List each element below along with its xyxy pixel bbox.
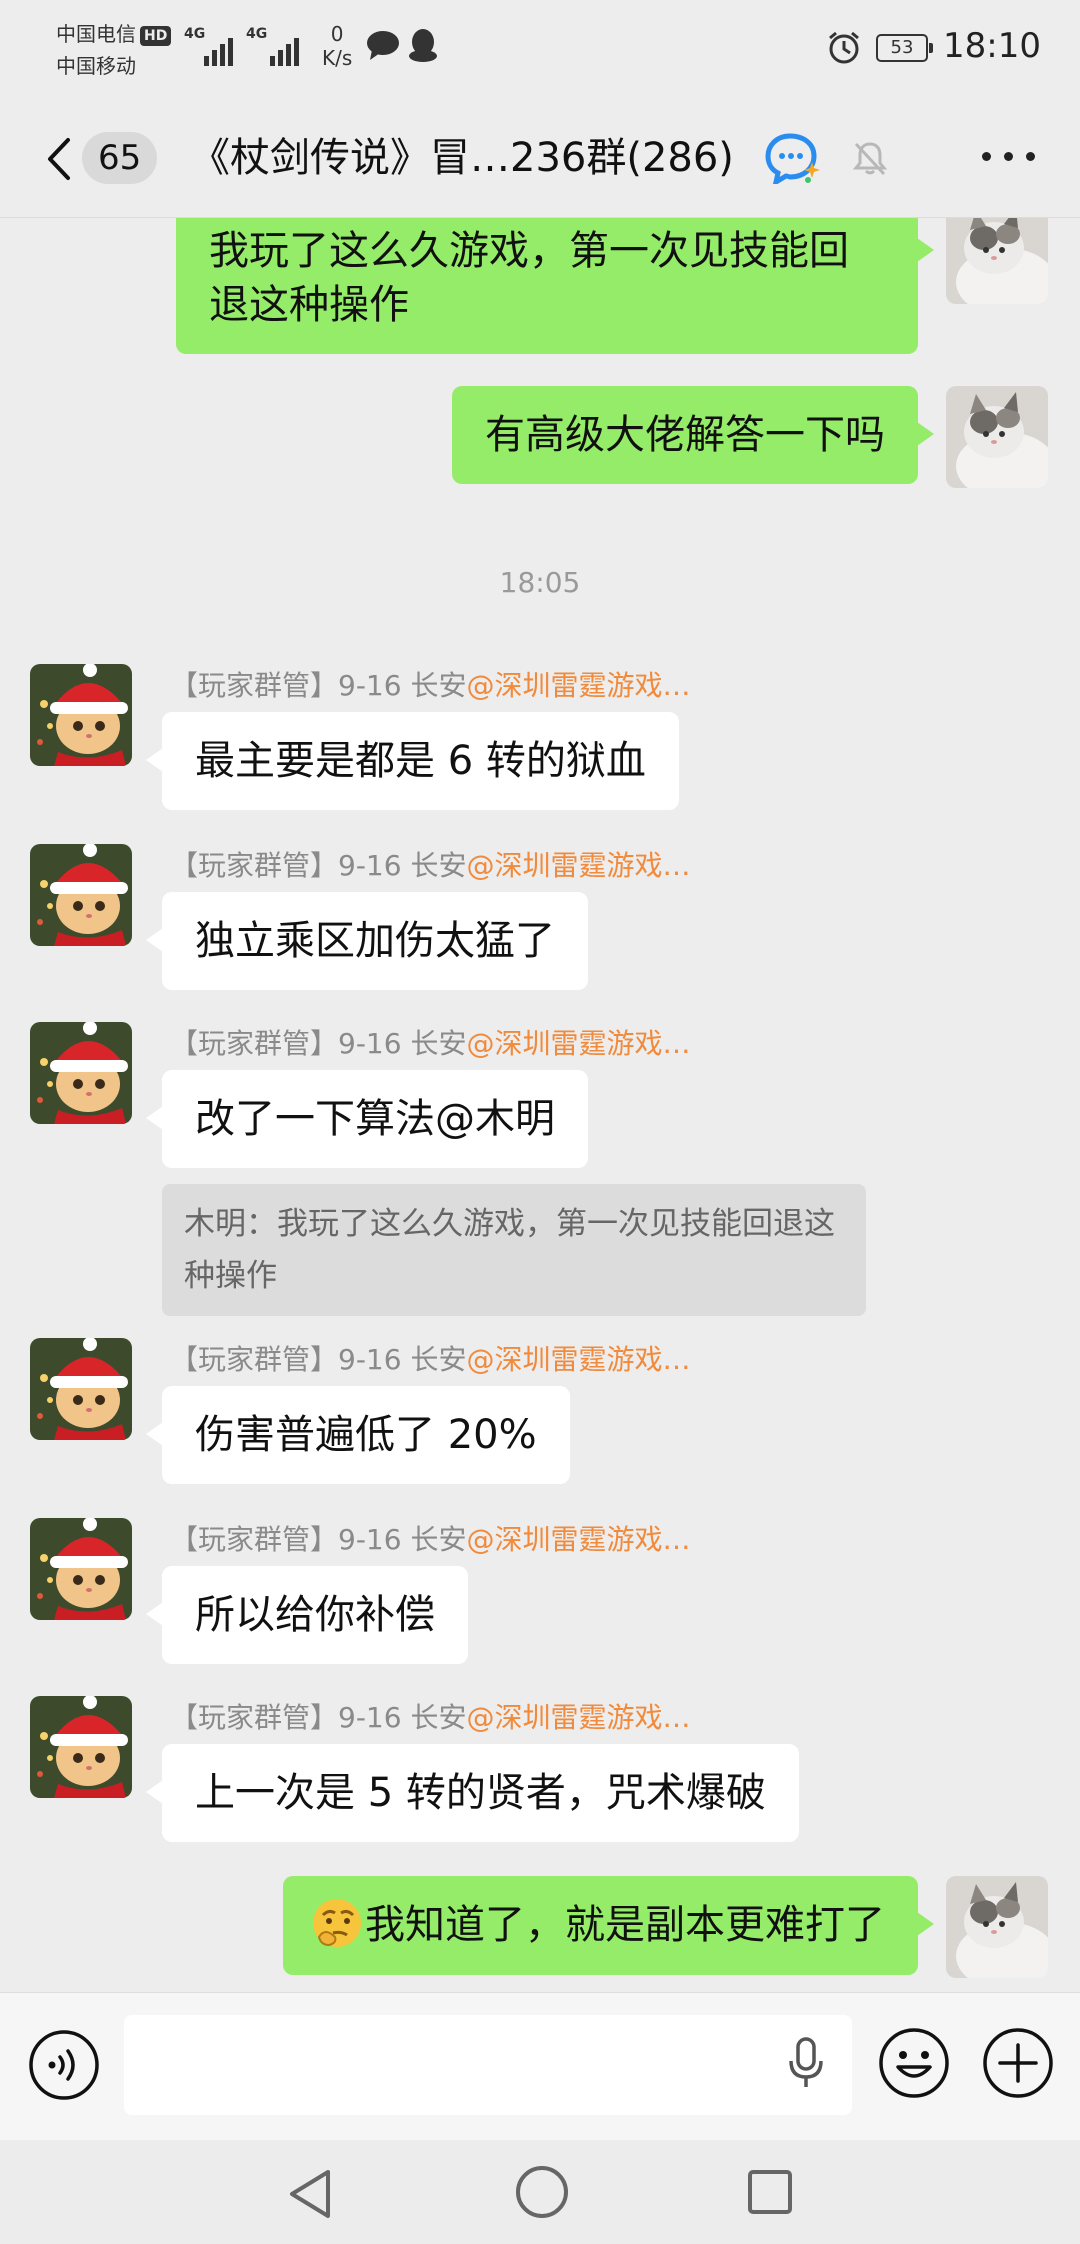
sender-name: 【玩家群管】9-16 长安@深圳雷霆游戏… bbox=[170, 1343, 691, 1376]
avatar-group-admin[interactable] bbox=[30, 1022, 132, 1124]
bell-off-icon bbox=[850, 138, 890, 182]
square-recent-icon[interactable] bbox=[746, 2168, 794, 2220]
message-bubble-other[interactable]: 上一次是 5 转的贤者，咒术爆破 bbox=[146, 1744, 799, 1842]
message-text: 我知道了，就是副本更难打了 bbox=[365, 1902, 885, 1948]
circle-home-icon[interactable] bbox=[514, 2164, 570, 2224]
avatar-self[interactable] bbox=[946, 1876, 1048, 1978]
alarm-icon bbox=[826, 30, 862, 70]
chat-bubble-sparkle-icon[interactable] bbox=[764, 132, 822, 188]
hd-badge: HD bbox=[140, 25, 172, 46]
chat-title[interactable]: 《杖剑传说》冒…236群(286) bbox=[190, 126, 734, 190]
status-bar: 中国电信 HD 中国移动 4G 4G 0 K/s 53 18:10 bbox=[0, 0, 1080, 100]
sender-name: 【玩家群管】9-16 长安@深圳雷霆游戏… bbox=[170, 1701, 691, 1734]
ellipsis-icon[interactable] bbox=[980, 152, 1040, 164]
triangle-back-icon[interactable] bbox=[284, 2166, 336, 2226]
signal-1-icon: 4G bbox=[184, 22, 236, 66]
quote-text: 木明：我玩了这么久游戏，第一次见技能回退这种操作 bbox=[184, 1206, 835, 1294]
mention-link[interactable]: @深圳雷霆游戏… bbox=[466, 1523, 690, 1556]
message-bubble-self[interactable]: 我玩了这么久游戏，第一次见技能回退这种操作 bbox=[176, 218, 934, 354]
sender-name: 【玩家群管】9-16 长安@深圳雷霆游戏… bbox=[170, 1027, 691, 1060]
message-bubble-other[interactable]: 伤害普遍低了 20% bbox=[146, 1386, 570, 1484]
sender-name: 【玩家群管】9-16 长安@深圳雷霆游戏… bbox=[170, 669, 691, 702]
message-bubble-other[interactable]: 改了一下算法@木明 bbox=[146, 1070, 588, 1168]
microphone-icon[interactable] bbox=[786, 2037, 826, 2093]
message-input[interactable] bbox=[124, 2015, 852, 2115]
mention-link[interactable]: @深圳雷霆游戏… bbox=[466, 849, 690, 882]
mention-link[interactable]: @深圳雷霆游戏… bbox=[466, 1027, 690, 1060]
quoted-message[interactable]: 木明：我玩了这么久游戏，第一次见技能回退这种操作 bbox=[162, 1184, 866, 1316]
chat-header: 65 《杖剑传说》冒…236群(286) bbox=[0, 100, 1080, 218]
smiley-icon[interactable] bbox=[878, 2027, 950, 2103]
carrier-info: 中国电信 HD 中国移动 bbox=[56, 18, 172, 82]
avatar-group-admin[interactable] bbox=[30, 1338, 132, 1440]
message-text: 上一次是 5 转的贤者，咒术爆破 bbox=[195, 1770, 766, 1816]
qq-notification-icon bbox=[408, 28, 438, 68]
unread-count-badge[interactable]: 65 bbox=[82, 132, 158, 184]
message-text: 我玩了这么久游戏，第一次见技能回退这种操作 bbox=[209, 228, 849, 328]
battery-icon: 53 bbox=[876, 34, 933, 62]
carrier-2: 中国移动 bbox=[56, 54, 136, 78]
avatar-self[interactable] bbox=[946, 218, 1048, 304]
network-speed: 0 K/s bbox=[322, 22, 353, 70]
input-bar bbox=[0, 1992, 1080, 2140]
message-bubble-other[interactable]: 所以给你补偿 bbox=[146, 1566, 468, 1664]
avatar-group-admin[interactable] bbox=[30, 664, 132, 766]
message-list[interactable]: 我玩了这么久游戏，第一次见技能回退这种操作 有高级大佬解答一下吗 18:05 【… bbox=[0, 218, 1080, 1992]
message-text: 改了一下算法@木明 bbox=[195, 1096, 555, 1142]
voice-wave-icon[interactable] bbox=[28, 2029, 100, 2105]
message-text: 最主要是都是 6 转的狱血 bbox=[195, 738, 646, 784]
mention-link[interactable]: @深圳雷霆游戏… bbox=[466, 1701, 690, 1734]
message-text: 独立乘区加伤太猛了 bbox=[195, 918, 555, 964]
message-text: 所以给你补偿 bbox=[195, 1592, 435, 1638]
chevron-left-icon[interactable] bbox=[40, 134, 80, 184]
system-nav-bar bbox=[0, 2140, 1080, 2244]
message-bubble-self[interactable]: 有高级大佬解答一下吗 bbox=[452, 386, 934, 484]
signal-2-icon: 4G bbox=[246, 22, 302, 66]
clock: 18:10 bbox=[943, 26, 1041, 66]
message-bubble-other[interactable]: 最主要是都是 6 转的狱血 bbox=[146, 712, 679, 810]
avatar-self[interactable] bbox=[946, 386, 1048, 488]
message-bubble-self[interactable]: 我知道了，就是副本更难打了 bbox=[283, 1876, 934, 1975]
message-bubble-other[interactable]: 独立乘区加伤太猛了 bbox=[146, 892, 588, 990]
mention-link[interactable]: @深圳雷霆游戏… bbox=[466, 669, 690, 702]
avatar-group-admin[interactable] bbox=[30, 844, 132, 946]
message-text: 伤害普遍低了 20% bbox=[195, 1412, 537, 1458]
message-text: 有高级大佬解答一下吗 bbox=[485, 412, 885, 458]
avatar-group-admin[interactable] bbox=[30, 1696, 132, 1798]
message-notification-icon bbox=[366, 30, 400, 64]
thinking-face-icon bbox=[311, 1897, 363, 1949]
carrier-1: 中国电信 bbox=[56, 22, 136, 46]
mention-link[interactable]: @深圳雷霆游戏… bbox=[466, 1343, 690, 1376]
sender-name: 【玩家群管】9-16 长安@深圳雷霆游戏… bbox=[170, 1523, 691, 1556]
avatar-group-admin[interactable] bbox=[30, 1518, 132, 1620]
sender-name: 【玩家群管】9-16 长安@深圳雷霆游戏… bbox=[170, 849, 691, 882]
timestamp: 18:05 bbox=[499, 566, 581, 599]
plus-icon[interactable] bbox=[982, 2027, 1054, 2103]
